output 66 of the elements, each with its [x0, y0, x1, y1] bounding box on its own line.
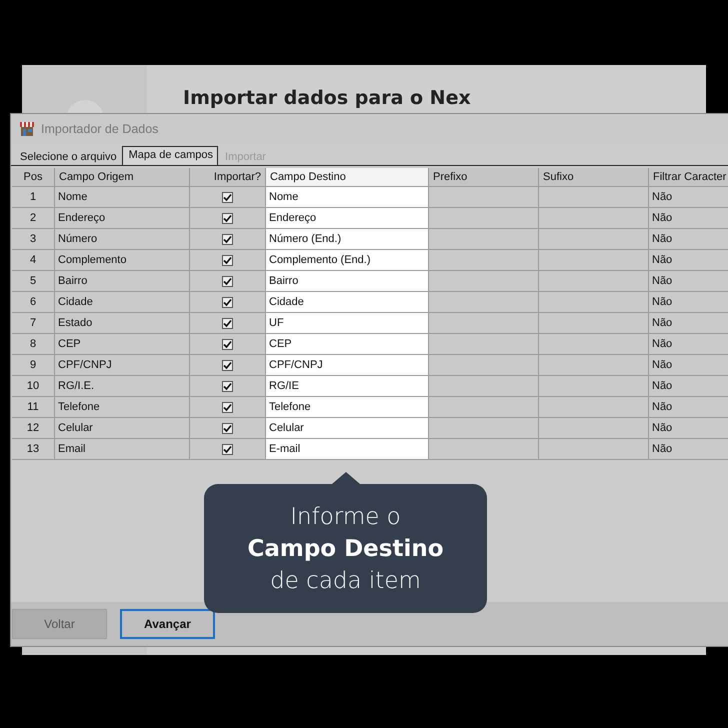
table-cell: 1 [12, 187, 55, 208]
table-cell: 7 [12, 313, 55, 334]
next-button[interactable]: Avançar [120, 609, 215, 639]
column-header[interactable]: Pos [12, 168, 55, 187]
background-heading: Importar dados para o Nex [183, 87, 471, 109]
column-header[interactable]: Campo Origem [55, 168, 190, 187]
table-cell: Estado [55, 313, 190, 334]
column-header[interactable]: Filtrar Caracter [649, 168, 728, 187]
table-cell: Nome [55, 187, 190, 208]
table-cell: 13 [12, 439, 55, 460]
checkbox[interactable] [222, 192, 233, 202]
table-cell[interactable]: Cidade [266, 292, 429, 313]
table-cell[interactable]: CPF/CNPJ [266, 355, 429, 376]
table-cell: Endereço [55, 208, 190, 229]
table-cell[interactable]: Telefone [266, 397, 429, 418]
table-cell: CPF/CNPJ [55, 355, 190, 376]
table-cell[interactable]: Endereço [266, 208, 429, 229]
table-cell[interactable]: E-mail [266, 439, 429, 460]
tab[interactable]: Mapa de campos [122, 146, 218, 165]
checkbox[interactable] [222, 444, 233, 454]
checkbox[interactable] [222, 318, 233, 328]
checkbox[interactable] [222, 296, 233, 308]
column-header[interactable]: Campo Destino [266, 168, 429, 187]
table-cell[interactable]: Nome [266, 187, 429, 208]
table-cell: 4 [12, 250, 55, 271]
checkbox[interactable] [222, 360, 233, 370]
table-cell[interactable]: Número (End.) [266, 229, 429, 250]
table-cell: Cidade [55, 292, 190, 313]
column-header[interactable]: Sufixo [539, 168, 649, 187]
checkbox[interactable] [222, 338, 233, 350]
table-cell: Celular [55, 418, 190, 439]
table-cell: 11 [12, 397, 55, 418]
tab[interactable]: Selecione o arquivo [13, 148, 122, 165]
table-cell: 8 [12, 334, 55, 355]
table-cell: 2 [12, 208, 55, 229]
table-cell[interactable]: Bairro [266, 271, 429, 292]
table-cell: Email [55, 439, 190, 460]
table-cell: Telefone [55, 397, 190, 418]
table-cell: Número [55, 229, 190, 250]
table-cell: RG/I.E. [55, 376, 190, 397]
checkbox[interactable] [222, 212, 233, 224]
checkbox[interactable] [222, 380, 233, 392]
table-cell[interactable]: Celular [266, 418, 429, 439]
tooltip-text: Informe o Campo Destino de cada item [246, 502, 445, 596]
checkbox[interactable] [222, 234, 233, 244]
table-cell: 6 [12, 292, 55, 313]
table-cell: 5 [12, 271, 55, 292]
table-cell: 3 [12, 229, 55, 250]
checkbox[interactable] [222, 402, 233, 412]
checkbox[interactable] [222, 422, 233, 434]
checkbox[interactable] [222, 254, 233, 266]
window-title: Importador de Dados [41, 122, 158, 136]
table-cell: Bairro [55, 271, 190, 292]
table-cell: 10 [12, 376, 55, 397]
table-cell[interactable]: RG/IE [266, 376, 429, 397]
table-cell: CEP [55, 334, 190, 355]
store-icon [19, 121, 35, 137]
table-cell: 9 [12, 355, 55, 376]
table-cell[interactable]: UF [266, 313, 429, 334]
table-cell: 12 [12, 418, 55, 439]
column-header[interactable]: Prefixo [429, 168, 539, 187]
table-cell: Complemento [55, 250, 190, 271]
column-header[interactable]: Importar? [190, 168, 266, 187]
table-cell[interactable]: Complemento (End.) [266, 250, 429, 271]
checkbox[interactable] [222, 276, 233, 286]
table-cell[interactable]: CEP [266, 334, 429, 355]
